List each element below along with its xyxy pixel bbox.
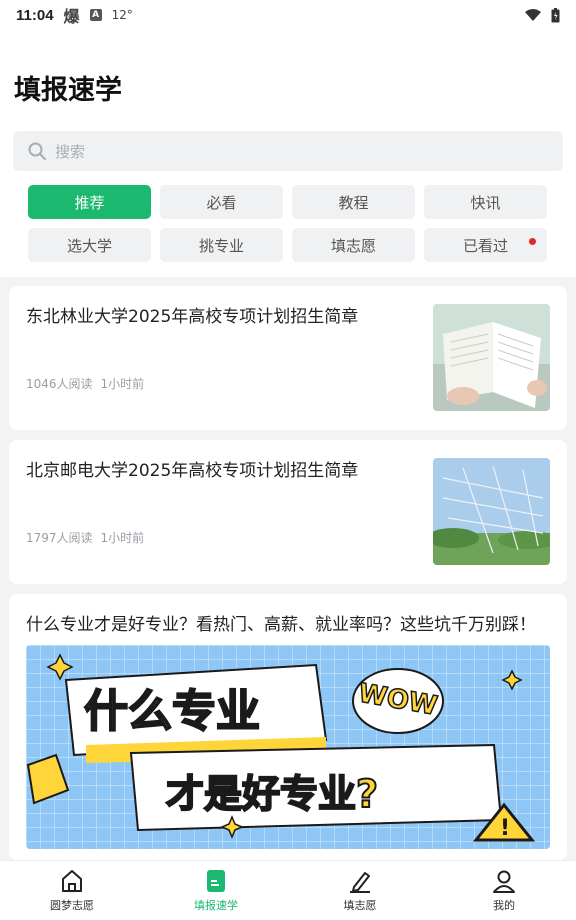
chip-recommend[interactable]: 推荐 [28,185,151,219]
battery-icon [551,7,560,22]
banner-line-2: 才是好专业? [165,771,379,817]
chip-tutorial[interactable]: 教程 [292,185,415,219]
publish-time: 1小时前 [100,531,145,545]
chip-label: 选大学 [66,236,112,255]
chip-label: 快讯 [470,193,501,212]
banner-line-1: 什么专业 [83,685,261,738]
publish-time: 1小时前 [100,377,145,391]
article-banner: ! 什么专业 才是好专业? WOW [26,645,550,849]
chip-label: 填志愿 [330,236,376,255]
tab-fill-application[interactable]: 填志愿 [288,861,432,920]
read-count: 1046人阅读 [26,377,93,391]
article-card[interactable]: 什么专业才是好专业？看热门、高薪、就业率吗？这些坑千万别踩！ ! 什么专业 才是… [9,594,567,860]
chip-viewed[interactable]: 已看过 [424,228,547,262]
article-title: 东北林业大学2025年高校专项计划招生简章 [26,307,359,327]
chip-label: 挑专业 [198,236,244,255]
unread-dot [529,238,536,245]
chip-fill-application[interactable]: 填志愿 [292,228,415,262]
tab-dream-volunteer[interactable]: 圆梦志愿 [0,861,144,920]
article-meta: 1797人阅读 1小时前 [26,529,144,546]
app-icon: 爆 [63,7,80,26]
chip-news[interactable]: 快讯 [424,185,547,219]
category-chips: 推荐 必看 教程 快讯 选大学 挑专业 填志愿 已看过 [28,185,548,262]
tab-quick-learn[interactable]: 填报速学 [144,861,288,920]
wifi-icon [525,9,541,21]
chip-label: 教程 [338,193,369,212]
page-title: 填报速学 [14,75,122,106]
pen-icon [350,872,370,893]
book-photo [433,304,550,411]
search-input[interactable]: 搜索 [13,131,563,171]
chip-label: 必看 [206,193,237,212]
tab-label: 圆梦志愿 [50,899,94,912]
tab-label: 填志愿 [343,899,377,912]
tab-mine[interactable]: 我的 [432,861,576,920]
svg-text:!: ! [500,816,510,841]
chip-choose-university[interactable]: 选大学 [28,228,151,262]
bottom-tab-bar: 圆梦志愿 填报速学 填志愿 我的 [0,860,576,920]
read-count: 1797人阅读 [26,531,93,545]
article-card[interactable]: 北京邮电大学2025年高校专项计划招生简章 1797人阅读 1小时前 [9,440,567,584]
temperature-icon: 12° [111,8,133,22]
search-placeholder: 搜索 [55,142,86,161]
chip-label: 推荐 [74,193,105,212]
article-title: 什么专业才是好专业？看热门、高薪、就业率吗？这些坑千万别踩！ [26,615,536,635]
header-area: 11:04 爆 A 12° 填报速学 搜索 推荐 必看 教程 快讯 选大学 挑专… [0,0,576,277]
tab-label: 填报速学 [194,899,238,912]
status-bar: 11:04 爆 A 12° [0,0,576,30]
chip-must-read[interactable]: 必看 [160,185,283,219]
chip-choose-major[interactable]: 挑专业 [160,228,283,262]
home-icon [62,870,82,892]
article-title: 北京邮电大学2025年高校专项计划招生简章 [26,461,359,481]
status-time: 11:04 [16,6,54,24]
tab-label: 我的 [493,899,515,912]
net-photo [433,458,550,565]
article-card[interactable]: 东北林业大学2025年高校专项计划招生简章 1046人阅读 1小时前 [9,286,567,430]
article-thumbnail [433,458,550,565]
search-icon [28,142,46,160]
user-icon [493,870,515,893]
article-thumbnail [433,304,550,411]
document-icon [207,870,225,892]
article-meta: 1046人阅读 1小时前 [26,375,144,392]
a-icon: A [89,9,102,21]
chip-label: 已看过 [462,236,508,255]
